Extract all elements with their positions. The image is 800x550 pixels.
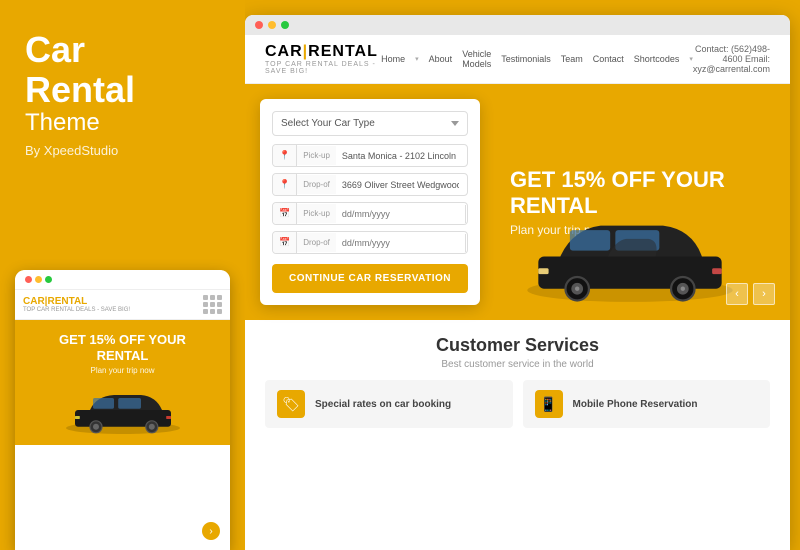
dropoff-date-label: Drop-of [297, 233, 336, 252]
hero-navigation-arrows: ‹ › [726, 283, 775, 305]
mobile-mockup: CAR|RENTAL TOP CAR RENTAL DEALS - SAVE B… [15, 270, 230, 550]
grid-dot [217, 309, 222, 314]
hero-form-container: Select Your Car Type 📍 Pick-up ▾ 📍 Drop-… [245, 84, 495, 320]
pickup-date-input[interactable] [336, 204, 465, 224]
hero-prev-button[interactable]: ‹ [726, 283, 748, 305]
pickup-date-label: Pick-up [297, 204, 336, 223]
mobile-logo-area: CAR|RENTAL TOP CAR RENTAL DEALS - SAVE B… [15, 290, 230, 320]
site-contact-info: Contact: (562)498-4600 Email: xyz@carren… [693, 44, 770, 74]
mobile-window-dots [25, 276, 52, 283]
grid-dot [210, 302, 215, 307]
title-line2: Rental [25, 70, 220, 110]
hero-text-area: GET 15% OFF YOUR RENTAL Plan your trip n… [495, 84, 790, 320]
browser-dot-yellow [268, 21, 276, 29]
rates-label: Special rates on car booking [315, 399, 451, 410]
dropoff-time-value: 12:00 AM [465, 234, 468, 252]
grid-dot [203, 309, 208, 314]
mobile-dot-yellow [35, 276, 42, 283]
site-logo-block: CAR|RENTAL TOP CAR RENTAL DEALS - SAVE B… [265, 43, 381, 75]
mobile-hero-title: GET 15% OFF YOUR RENTAL [25, 332, 220, 363]
services-title: Customer Services [265, 335, 770, 356]
mobile-car-image [63, 380, 183, 440]
mobile-hero-sub: Plan your trip now [25, 366, 220, 375]
mobile-topbar [15, 270, 230, 290]
nav-testimonials[interactable]: Testimonials [501, 54, 551, 64]
pickup-label: Pick-up [297, 146, 336, 165]
grid-dot [203, 295, 208, 300]
pickup-calendar-icon: 📅 [273, 203, 297, 224]
browser-mockup: CAR|RENTAL TOP CAR RENTAL DEALS - SAVE B… [245, 15, 790, 550]
nav-home[interactable]: Home [381, 54, 405, 64]
pickup-date-row: 📅 Pick-up 12:00 AM ▾ [272, 202, 468, 225]
dropoff-pin-icon: 📍 [273, 174, 297, 195]
nav-contact[interactable]: Contact [593, 54, 624, 64]
dropoff-dropdown-arrow: ▾ [465, 181, 468, 189]
pickup-location-row: 📍 Pick-up ▾ [272, 144, 468, 167]
title-line1: Car [25, 30, 220, 70]
left-subtitle: Theme [25, 109, 220, 137]
hero-next-button[interactable]: › [753, 283, 775, 305]
dropoff-calendar-icon: 📅 [273, 232, 297, 253]
service-card-mobile: 📱 Mobile Phone Reservation [523, 380, 771, 428]
site-navbar: CAR|RENTAL TOP CAR RENTAL DEALS - SAVE B… [245, 35, 790, 84]
dropoff-location-input[interactable] [336, 175, 465, 195]
dropoff-date-input[interactable] [336, 233, 465, 253]
dropoff-label: Drop-of [297, 175, 336, 194]
left-by: By XpeedStudio [25, 143, 220, 158]
mobile-dot-red [25, 276, 32, 283]
browser-dot-red [255, 21, 263, 29]
reservation-form: Select Your Car Type 📍 Pick-up ▾ 📍 Drop-… [260, 99, 480, 305]
pickup-dropdown-arrow: ▾ [465, 152, 468, 160]
browser-dot-green [281, 21, 289, 29]
mobile-grid-icon[interactable] [203, 295, 222, 314]
services-cards: 🏷 Special rates on car booking 📱 Mobile … [265, 380, 770, 428]
left-title: Car Rental Theme By XpeedStudio [25, 30, 220, 158]
dropoff-location-row: 📍 Drop-of ▾ [272, 173, 468, 196]
mobile-logo-rental: RENTAL [47, 296, 87, 307]
dropoff-date-row: 📅 Drop-of 12:00 AM ▾ [272, 231, 468, 254]
nav-shortcodes[interactable]: Shortcodes [634, 54, 680, 64]
site-menu: Home▾ About Vehicle Models Testimonials … [381, 49, 693, 69]
mobile-reservation-icon: 📱 [535, 390, 563, 418]
left-panel: Car Rental Theme By XpeedStudio CAR|RENT… [0, 0, 245, 550]
grid-dot [217, 302, 222, 307]
rates-icon: 🏷 [277, 390, 305, 418]
grid-dot [210, 309, 215, 314]
mobile-logo-sub: TOP CAR RENTAL DEALS - SAVE BIG! [23, 307, 130, 313]
mobile-dot-green [45, 276, 52, 283]
grid-dot [203, 302, 208, 307]
hero-car-image [520, 190, 740, 320]
services-subtitle: Best customer service in the world [265, 359, 770, 370]
site-logo: CAR|RENTAL [265, 43, 381, 61]
pickup-pin-icon: 📍 [273, 145, 297, 166]
pickup-location-input[interactable] [336, 146, 465, 166]
grid-dot [210, 295, 215, 300]
nav-about[interactable]: About [429, 54, 453, 64]
nav-vehicles[interactable]: Vehicle Models [462, 49, 491, 69]
mobile-logo-car: CAR [23, 296, 45, 307]
hero-section: Select Your Car Type 📍 Pick-up ▾ 📍 Drop-… [245, 84, 790, 320]
pickup-time-value: 12:00 AM [465, 205, 468, 223]
site-logo-sub: TOP CAR RENTAL DEALS - SAVE BIG! [265, 61, 381, 75]
service-card-rates: 🏷 Special rates on car booking [265, 380, 513, 428]
car-type-select[interactable]: Select Your Car Type [272, 111, 468, 136]
mobile-next-arrow[interactable]: › [202, 522, 220, 540]
mobile-logo: CAR|RENTAL TOP CAR RENTAL DEALS - SAVE B… [23, 296, 130, 313]
browser-titlebar [245, 15, 790, 35]
continue-reservation-button[interactable]: CONTINUE CAR RESERVATION [272, 264, 468, 293]
mobile-hero: GET 15% OFF YOUR RENTAL Plan your trip n… [15, 320, 230, 445]
grid-dot [217, 295, 222, 300]
mobile-reservation-label: Mobile Phone Reservation [573, 399, 698, 410]
services-section: Customer Services Best customer service … [245, 320, 790, 438]
nav-team[interactable]: Team [561, 54, 583, 64]
